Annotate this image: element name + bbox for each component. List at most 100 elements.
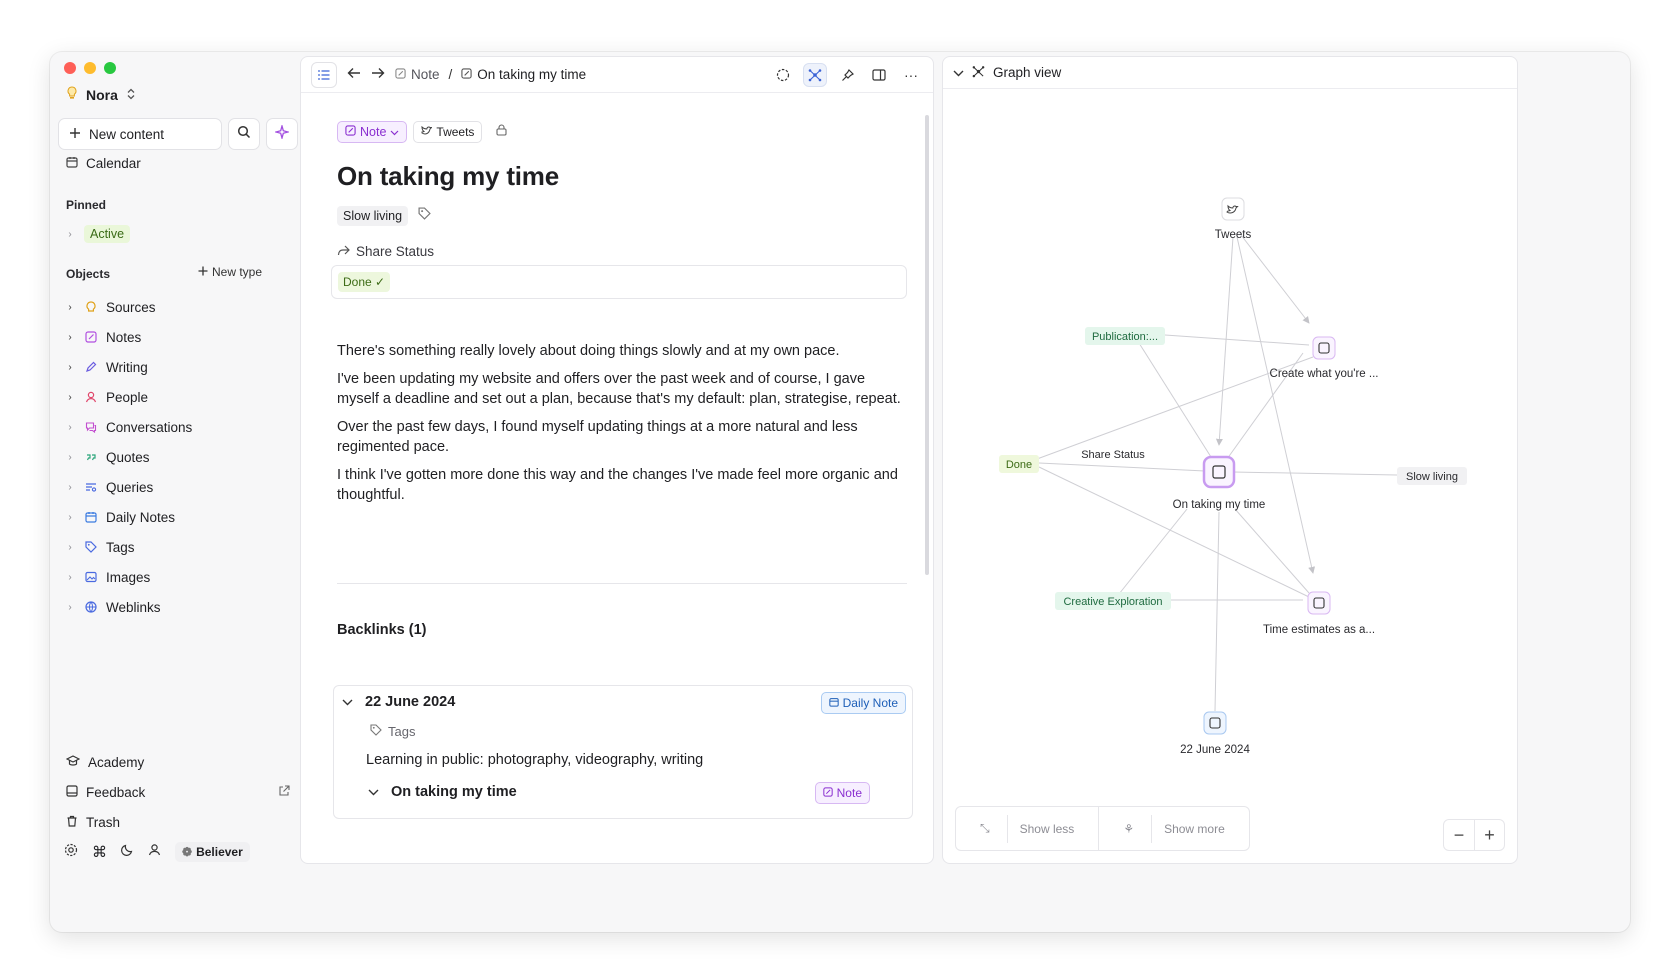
chevron-right-icon[interactable]: › [64,602,76,613]
chevron-right-icon[interactable]: › [64,512,76,523]
sidebar-item-writing[interactable]: › Writing [64,352,192,382]
chevron-right-icon[interactable]: › [64,362,76,373]
sidebar-item-queries[interactable]: › Queries [64,472,192,502]
graph-node-time-estimates[interactable]: Time estimates as a... [1263,591,1375,636]
type-chip[interactable]: Note [337,121,408,143]
split-view-icon[interactable] [867,63,891,87]
graph-toggle-icon[interactable] [803,63,827,87]
pinned-item-active[interactable]: › Active [64,223,131,245]
show-less-button[interactable]: ⤡ Show less [956,807,1098,850]
graph-node-creative-exploration[interactable]: Creative Exploration [1055,592,1171,610]
feedback-nav-item[interactable]: Feedback [66,777,294,807]
chevron-right-icon[interactable]: › [64,572,76,583]
chevron-right-icon[interactable]: › [64,542,76,553]
ai-assistant-button[interactable] [266,118,298,150]
sidebar-item-notes[interactable]: › Notes [64,322,192,352]
tags-label: Tags [388,724,416,739]
graph-node-publication[interactable]: Publication:... [1085,327,1165,345]
person-icon [84,390,98,404]
forward-arrow-icon[interactable] [371,67,385,82]
chevron-down-icon[interactable] [368,784,379,800]
graph-node-label: Create what you're ... [1270,368,1379,380]
more-options-icon[interactable]: ··· [899,63,923,87]
collection-chip[interactable]: Tweets [413,121,483,143]
zoom-out-button[interactable]: − [1444,820,1474,850]
zoom-in-button[interactable]: + [1474,820,1504,850]
share-status-label: Share Status [356,244,435,259]
external-link-icon[interactable] [278,784,290,800]
graph-node-current[interactable]: On taking my time [1173,455,1266,511]
backlink-title[interactable]: 22 June 2024 [365,694,455,710]
trash-label: Trash [86,814,121,830]
daily-note-badge-label: Daily Note [842,696,898,710]
chevron-right-icon[interactable]: › [64,302,76,313]
chevron-right-icon[interactable]: › [64,452,76,463]
workspace-switcher[interactable]: Nora [66,86,136,103]
close-window-button[interactable] [64,62,76,74]
chevron-down-icon[interactable] [342,694,353,710]
sidebar-item-label: Tags [106,539,135,555]
chevron-right-icon[interactable]: › [64,392,76,403]
backlink-card: 22 June 2024 Daily Note Tags Learning in… [333,685,913,819]
trash-nav-item[interactable]: Trash [66,807,294,837]
back-arrow-icon[interactable] [347,67,361,82]
backlink-subtitle[interactable]: On taking my time [391,784,517,800]
tag-pill[interactable]: Slow living [337,206,409,226]
sidebar-item-sources[interactable]: › Sources [64,292,192,322]
outline-toggle-button[interactable] [311,61,337,88]
sidebar-item-weblinks[interactable]: › Weblinks [64,592,192,622]
graph-node-done[interactable]: Done [999,455,1039,473]
share-status-field[interactable]: Done ✓ [331,265,907,299]
graph-node-slow-living[interactable]: Slow living [1397,467,1467,485]
sidebar-item-label: Sources [106,299,156,315]
body-paragraph: There's something really lovely about do… [337,343,840,359]
daily-note-badge[interactable]: Daily Note [820,692,906,714]
sidebar-item-quotes[interactable]: › Quotes [64,442,192,472]
bird-icon [421,125,434,139]
plan-badge[interactable]: ❁ Believer [175,842,250,862]
graph-edge [1236,236,1316,574]
new-content-button[interactable]: New content [58,118,222,150]
calendar-nav-item[interactable]: Calendar [66,152,141,174]
sidebar-item-people[interactable]: › People [64,382,192,412]
show-more-button[interactable]: ⚘ Show more [1098,807,1248,850]
graph-node-daily-note[interactable]: 22 June 2024 [1180,711,1250,756]
search-button[interactable] [228,118,260,150]
scrollbar[interactable] [925,115,929,575]
graph-edge [1215,236,1234,446]
sidebar-item-images[interactable]: › Images [64,562,192,592]
maximize-window-button[interactable] [104,62,116,74]
note-body[interactable]: There's something really lovely about do… [337,341,909,505]
sidebar-item-tags[interactable]: › Tags [64,532,192,562]
graph-node-tweets[interactable]: Tweets [1215,197,1252,241]
pen-icon [84,360,98,374]
add-tag-icon[interactable] [418,207,431,225]
pin-icon[interactable] [835,63,859,87]
chevron-right-icon[interactable]: › [64,332,76,343]
minimize-window-button[interactable] [84,62,96,74]
sidebar-item-conversations[interactable]: › Conversations [64,412,192,442]
sidebar-item-daily-notes[interactable]: › Daily Notes [64,502,192,532]
account-icon[interactable] [148,843,161,861]
body-paragraph: I think I've gotten more done this way a… [337,467,898,503]
chevron-right-icon[interactable]: › [64,422,76,433]
graph-edge [1234,508,1310,594]
pinned-section-title: Pinned [66,198,107,212]
academy-nav-item[interactable]: Academy [65,747,294,777]
new-type-button[interactable]: New type [198,261,262,283]
note-badge[interactable]: Note [814,782,870,804]
moon-icon[interactable] [121,843,134,861]
note-icon [395,67,406,82]
tag-icon [84,540,98,554]
graph-canvas[interactable]: Tweets Publication:... Create what you'r… [943,57,1518,864]
backlinks-title: Backlinks (1) [337,622,427,638]
graph-edge [1214,511,1220,712]
command-icon[interactable]: ⌘ [92,843,107,861]
breadcrumb-item[interactable]: Note [411,67,440,82]
lock-icon[interactable] [496,123,507,141]
settings-gear-icon[interactable] [64,843,78,862]
focus-mode-icon[interactable] [771,63,795,87]
chevron-right-icon[interactable]: › [64,482,76,493]
page-title[interactable]: On taking my time [337,161,909,192]
breadcrumb: Note / On taking my time [395,67,586,82]
